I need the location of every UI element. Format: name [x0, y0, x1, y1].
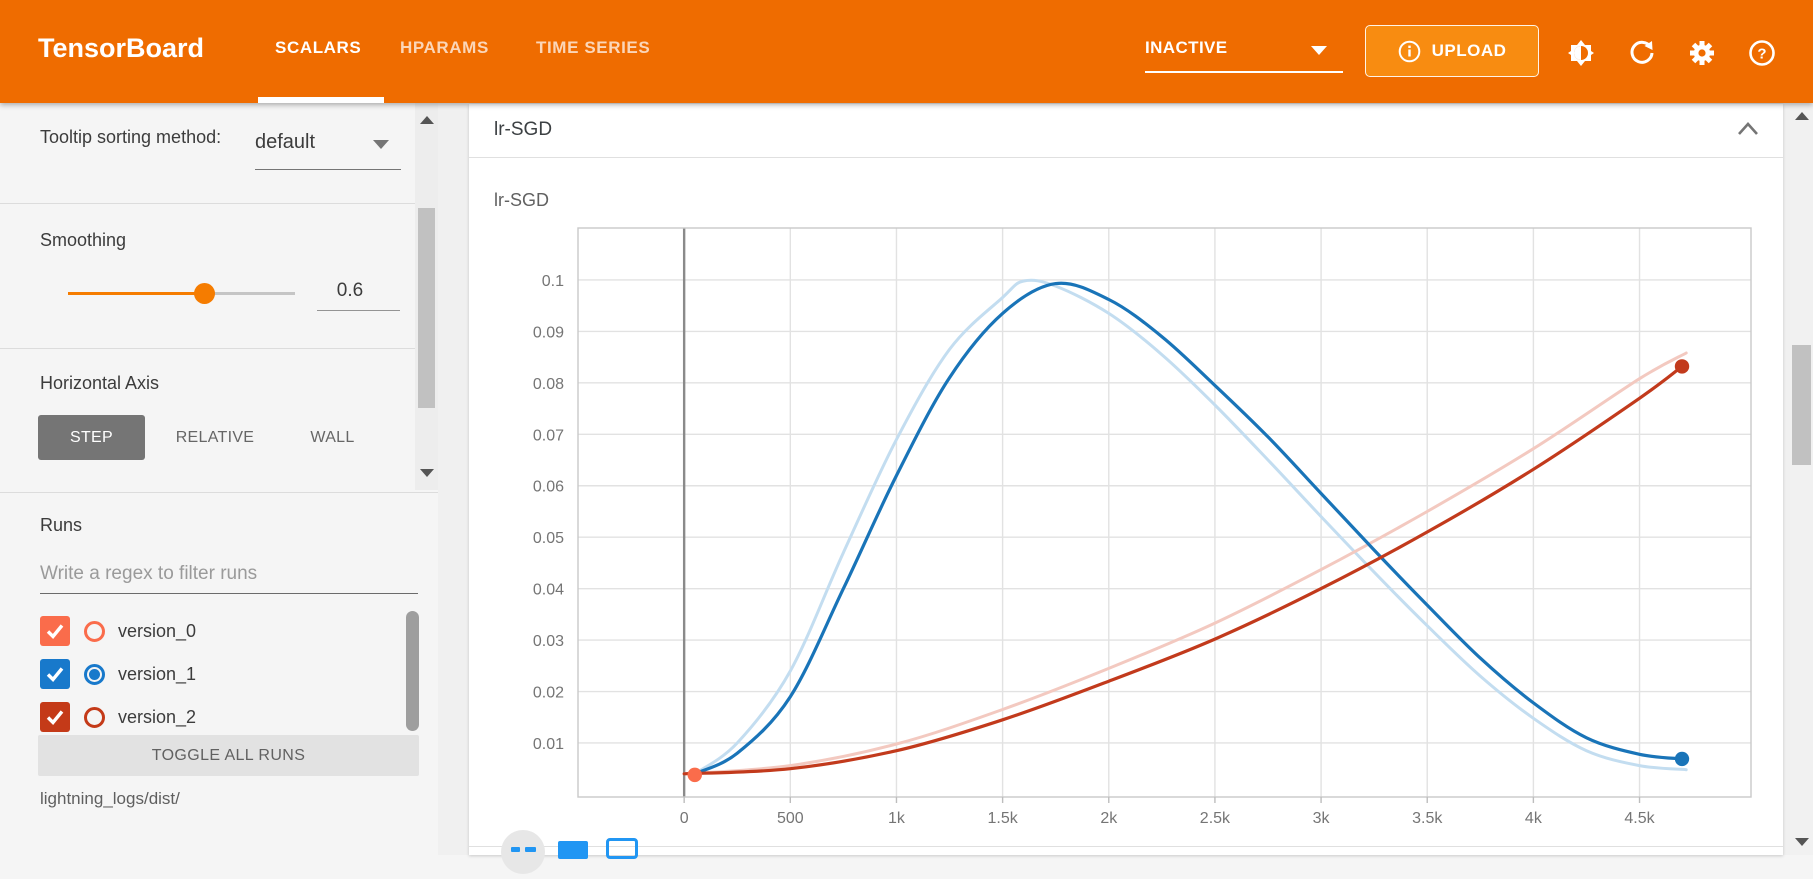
status-dropdown-underline — [1145, 71, 1343, 73]
divider — [0, 203, 438, 204]
run-radio[interactable] — [84, 664, 105, 685]
settings-sidebar: Tooltip sorting method: default Smoothin… — [0, 103, 438, 855]
run-label: version_1 — [118, 664, 196, 685]
run-radio[interactable] — [84, 621, 105, 642]
tab-hparams[interactable]: HPARAMS — [400, 38, 489, 58]
pin-chart-button[interactable] — [501, 830, 545, 874]
svg-text:0.03: 0.03 — [533, 633, 564, 650]
fullscreen-button[interactable] — [558, 841, 588, 859]
status-dropdown[interactable]: INACTIVE — [1145, 38, 1343, 74]
divider — [0, 492, 438, 493]
svg-text:3k: 3k — [1313, 810, 1331, 827]
chevron-down-icon — [373, 140, 389, 149]
app-logo: TensorBoard — [38, 33, 204, 64]
tooltip-sorting-value: default — [255, 131, 315, 153]
main-scrollbar-thumb[interactable] — [1792, 345, 1811, 465]
active-tab-indicator — [258, 97, 384, 103]
card-bottom-divider — [469, 846, 1783, 847]
svg-text:0.05: 0.05 — [533, 530, 564, 547]
info-icon — [1398, 40, 1421, 63]
run-label: version_2 — [118, 707, 196, 728]
tensorboard-app: TensorBoard SCALARS HPARAMS TIME SERIES … — [0, 0, 1813, 855]
scroll-up-icon[interactable] — [420, 116, 434, 124]
svg-text:0.04: 0.04 — [533, 582, 564, 599]
fit-domain-button[interactable] — [606, 838, 638, 859]
run-checkbox[interactable] — [40, 702, 70, 732]
tab-time-series[interactable]: TIME SERIES — [536, 38, 650, 58]
smoothing-slider[interactable] — [68, 292, 295, 295]
run-row-version-2[interactable]: version_2 — [40, 701, 370, 733]
help-icon[interactable]: ? — [1747, 38, 1777, 68]
refresh-icon[interactable] — [1627, 38, 1657, 68]
chevron-down-icon — [1311, 46, 1327, 55]
run-label: version_0 — [118, 621, 196, 642]
svg-text:0.08: 0.08 — [533, 376, 564, 393]
svg-text:3.5k: 3.5k — [1412, 810, 1443, 827]
svg-text:1.5k: 1.5k — [987, 810, 1018, 827]
smoothing-value-underline — [317, 310, 400, 311]
svg-text:0.02: 0.02 — [533, 685, 564, 702]
main-scrollbar[interactable] — [1790, 103, 1813, 855]
sidebar-scrollbar-thumb[interactable] — [418, 208, 435, 408]
pin-icon — [501, 830, 545, 874]
log-directory-path: lightning_logs/dist/ — [40, 789, 180, 809]
check-icon — [44, 706, 66, 728]
svg-text:500: 500 — [777, 810, 804, 827]
collapse-chevron-up-icon[interactable] — [1736, 120, 1760, 140]
runs-label: Runs — [40, 515, 82, 536]
run-checkbox[interactable] — [40, 616, 70, 646]
scroll-down-icon[interactable] — [420, 469, 434, 477]
tab-scalars[interactable]: SCALARS — [275, 38, 361, 58]
settings-gear-icon[interactable] — [1687, 38, 1717, 68]
tooltip-sorting-label: Tooltip sorting method: — [40, 125, 230, 150]
svg-text:4k: 4k — [1525, 810, 1543, 827]
runs-filter-input[interactable] — [40, 563, 418, 594]
scroll-down-icon[interactable] — [1795, 838, 1809, 846]
run-radio[interactable] — [84, 707, 105, 728]
smoothing-label: Smoothing — [40, 230, 126, 251]
check-icon — [44, 620, 66, 642]
svg-text:0: 0 — [680, 810, 689, 827]
run-row-version-0[interactable]: version_0 — [40, 615, 370, 647]
upload-button[interactable]: UPLOAD — [1365, 25, 1539, 77]
divider — [0, 348, 438, 349]
status-dropdown-value: INACTIVE — [1145, 38, 1228, 57]
svg-text:0.09: 0.09 — [533, 324, 564, 341]
group-header[interactable]: lr-SGD — [469, 104, 1783, 158]
run-checkbox[interactable] — [40, 659, 70, 689]
toggle-all-runs-button[interactable]: TOGGLE ALL RUNS — [38, 735, 419, 776]
tooltip-sorting-select[interactable]: default — [255, 131, 401, 154]
scroll-up-icon[interactable] — [1795, 112, 1809, 120]
svg-text:0.07: 0.07 — [533, 427, 564, 444]
svg-text:0.01: 0.01 — [533, 736, 564, 753]
svg-text:0.06: 0.06 — [533, 479, 564, 496]
axis-option-wall[interactable]: WALL — [295, 415, 370, 460]
check-icon — [44, 663, 66, 685]
svg-text:2k: 2k — [1100, 810, 1118, 827]
select-underline — [255, 169, 401, 170]
run-row-version-1[interactable]: version_1 — [40, 658, 370, 690]
svg-text:0.1: 0.1 — [542, 273, 564, 290]
scalar-group-card: lr-SGD lr-SGD 0.010.020.030.040.050.060.… — [469, 104, 1783, 855]
axis-option-step[interactable]: STEP — [38, 415, 145, 460]
lr-sgd-chart[interactable]: 0.01 0.02 0.03 0.04 0.05 0.06 0.07 0.08 0.09 0.1 0… — [469, 160, 1783, 855]
svg-text:?: ? — [1757, 46, 1766, 63]
horizontal-axis-label: Horizontal Axis — [40, 373, 159, 394]
upload-button-label: UPLOAD — [1432, 41, 1507, 61]
svg-text:1k: 1k — [888, 810, 906, 827]
smoothing-slider-thumb[interactable] — [194, 283, 215, 304]
svg-text:2.5k: 2.5k — [1200, 810, 1231, 827]
group-title: lr-SGD — [494, 119, 552, 141]
theme-toggle-icon[interactable] — [1566, 38, 1596, 68]
axis-option-relative[interactable]: RELATIVE — [160, 415, 270, 460]
app-header: TensorBoard SCALARS HPARAMS TIME SERIES … — [0, 0, 1813, 103]
svg-text:4.5k: 4.5k — [1624, 810, 1655, 827]
smoothing-slider-fill — [68, 292, 204, 295]
smoothing-value-input[interactable]: 0.6 — [300, 280, 400, 302]
runs-scrollbar-thumb[interactable] — [406, 611, 419, 731]
